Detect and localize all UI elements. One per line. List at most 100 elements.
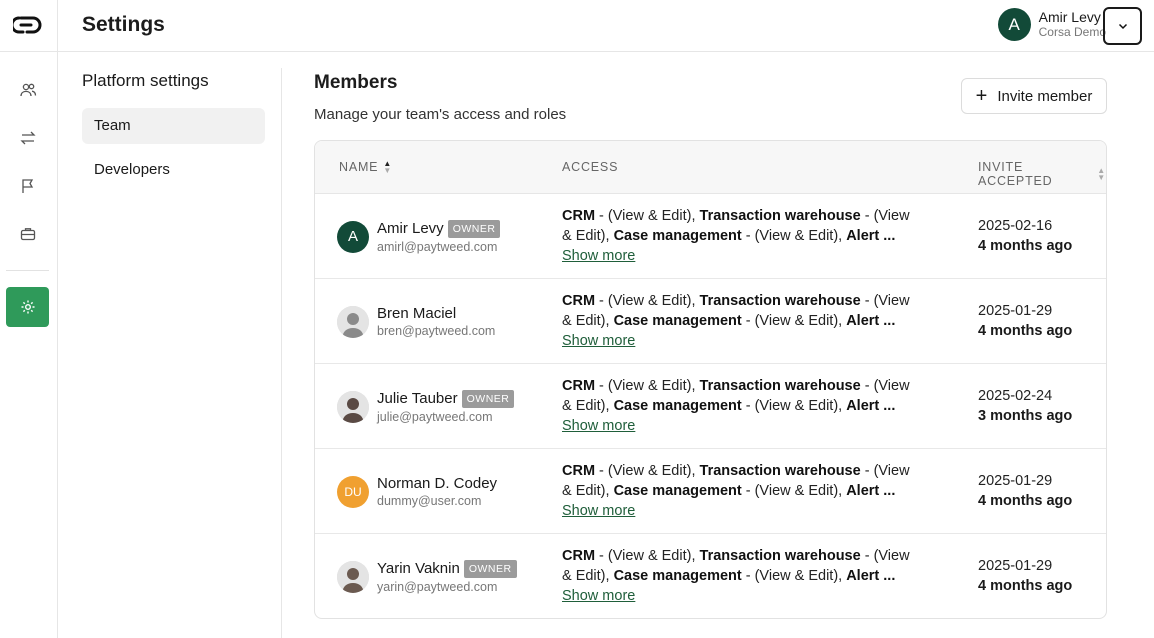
member-name: Yarin Vaknin (377, 560, 460, 577)
invite-date: 2025-01-29 (978, 303, 1053, 319)
invite-accepted-cell: 2025-01-29 4 months ago (978, 471, 1072, 511)
access-alert: Alert (846, 313, 880, 329)
member-name: Bren Maciel (377, 305, 457, 322)
access-alert: Alert (846, 568, 880, 584)
access-crm: CRM (562, 293, 596, 309)
invite-date: 2025-02-24 (978, 388, 1053, 404)
settings-nav-divider (281, 68, 282, 638)
column-header-name[interactable]: NAME ▲ ▼ (339, 159, 393, 175)
settings-nav-item-developers[interactable]: Developers (82, 152, 265, 188)
invite-accepted-cell: 2025-02-24 3 months ago (978, 386, 1072, 426)
member-name: Julie Tauber (377, 390, 458, 407)
invite-date: 2025-01-29 (978, 558, 1053, 574)
invite-member-button[interactable]: + Invite member (961, 78, 1107, 114)
page-title: Settings (82, 13, 165, 36)
invite-relative-time: 4 months ago (978, 323, 1073, 339)
transfer-icon[interactable] (14, 124, 42, 152)
access-case-management: Case management (613, 483, 742, 499)
access-cell: CRM - (View & Edit), Transaction warehou… (562, 546, 922, 606)
access-case-management: Case management (613, 568, 742, 584)
access-cell: CRM - (View & Edit), Transaction warehou… (562, 376, 922, 436)
access-ellipsis: ... (879, 483, 896, 499)
settings-icon[interactable] (6, 287, 49, 327)
invite-relative-time: 3 months ago (978, 408, 1073, 424)
show-more-link[interactable]: Show more (562, 503, 635, 519)
flag-icon[interactable] (14, 172, 42, 200)
app-logo-icon[interactable] (13, 14, 43, 36)
user-profile[interactable]: A Amir Levy Corsa Demo (997, 8, 1106, 41)
column-header-name-label: NAME (339, 160, 379, 174)
invite-relative-time: 4 months ago (978, 493, 1073, 509)
user-menu-button[interactable] (1103, 7, 1142, 45)
avatar (337, 305, 369, 338)
access-alert: Alert (846, 398, 880, 414)
sort-icon: ▲ ▼ (1097, 166, 1106, 182)
access-transaction-warehouse: Transaction warehouse (699, 548, 861, 564)
member-name: Norman D. Codey (377, 475, 498, 492)
avatar (337, 390, 369, 423)
access-crm-perm: - (View & Edit), (595, 293, 700, 309)
access-alert: Alert (846, 483, 880, 499)
chevron-down-icon (1118, 23, 1127, 30)
member-email: bren@paytweed.com (377, 324, 496, 338)
access-cell: CRM - (View & Edit), Transaction warehou… (562, 206, 922, 266)
briefcase-icon[interactable] (14, 220, 42, 248)
member-cell: DU Norman D. Codey dummy@user.com (337, 449, 497, 534)
table-row[interactable]: DU Norman D. Codey dummy@user.com CRM - … (315, 449, 1106, 534)
access-cell: CRM - (View & Edit), Transaction warehou… (562, 461, 922, 521)
access-alert: Alert (846, 228, 880, 244)
plus-icon: + (975, 85, 988, 107)
member-name: Amir Levy (377, 220, 444, 237)
avatar: DU (337, 475, 369, 508)
members-subtitle: Manage your team's access and roles (314, 106, 567, 123)
settings-nav: Platform settings Team Developers (58, 52, 282, 638)
sort-icon: ▲ ▼ (383, 159, 393, 175)
access-crm-perm: - (View & Edit), (595, 463, 700, 479)
access-ellipsis: ... (879, 228, 896, 244)
table-row[interactable]: Yarin Vaknin OWNER yarin@paytweed.com CRM… (315, 534, 1106, 618)
settings-nav-title: Platform settings (82, 71, 209, 90)
invite-date: 2025-02-16 (978, 218, 1053, 234)
user-name: Amir Levy (1038, 9, 1101, 25)
invite-relative-time: 4 months ago (978, 578, 1073, 594)
table-row[interactable]: Julie Tauber OWNER julie@paytweed.com CRM… (315, 364, 1106, 449)
show-more-link[interactable]: Show more (562, 333, 635, 349)
show-more-link[interactable]: Show more (562, 248, 635, 264)
user-avatar: A (997, 8, 1031, 41)
access-ellipsis: ... (879, 568, 896, 584)
members-title: Members (314, 72, 398, 93)
table-row[interactable]: Bren Maciel bren@paytweed.com CRM - (Vie… (315, 279, 1106, 364)
owner-badge: OWNER (461, 389, 515, 408)
access-crm-perm: - (View & Edit), (595, 378, 700, 394)
table-row[interactable]: A Amir Levy OWNER amirl@paytweed.com CRM … (315, 194, 1106, 279)
access-crm: CRM (562, 378, 596, 394)
show-more-link[interactable]: Show more (562, 588, 635, 604)
member-cell: Yarin Vaknin OWNER yarin@paytweed.com (337, 534, 517, 618)
access-crm: CRM (562, 548, 596, 564)
invite-relative-time: 4 months ago (978, 238, 1073, 254)
rail-divider (0, 51, 58, 52)
access-ellipsis: ... (879, 313, 896, 329)
access-cm-perm: - (View & Edit), (741, 398, 847, 414)
members-table: NAME ▲ ▼ ACCESS INVITE ACCEPTED ▲ ▼ A Amir… (314, 140, 1107, 619)
owner-badge: OWNER (463, 559, 517, 578)
column-header-invite-accepted[interactable]: INVITE ACCEPTED ▲ ▼ (978, 160, 1106, 188)
access-cm-perm: - (View & Edit), (741, 228, 847, 244)
settings-nav-item-team[interactable]: Team (82, 108, 265, 144)
user-org: Corsa Demo (1038, 25, 1106, 39)
avatar: A (337, 220, 369, 253)
access-transaction-warehouse: Transaction warehouse (699, 378, 861, 394)
access-case-management: Case management (613, 313, 742, 329)
left-rail (0, 0, 58, 638)
invite-accepted-cell: 2025-01-29 4 months ago (978, 556, 1072, 596)
avatar (337, 560, 369, 593)
owner-badge: OWNER (447, 219, 501, 238)
invite-date: 2025-01-29 (978, 473, 1053, 489)
top-header: Settings A Amir Levy Corsa Demo (58, 0, 1154, 52)
member-email: julie@paytweed.com (377, 409, 493, 424)
show-more-link[interactable]: Show more (562, 418, 635, 434)
member-cell: A Amir Levy OWNER amirl@paytweed.com (337, 194, 501, 279)
access-case-management: Case management (613, 228, 742, 244)
users-icon[interactable] (14, 76, 42, 104)
access-cell: CRM - (View & Edit), Transaction warehou… (562, 291, 922, 351)
